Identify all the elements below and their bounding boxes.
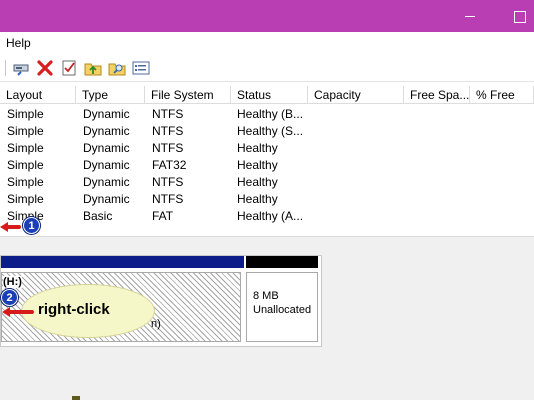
cell-status: Healthy (A... bbox=[237, 209, 304, 223]
cell-type: Basic bbox=[83, 209, 113, 223]
toolbar-separator bbox=[5, 60, 6, 76]
table-row[interactable]: Simple Dynamic NTFS Healthy bbox=[0, 140, 534, 157]
unallocated-label: Unallocated bbox=[253, 304, 312, 316]
menu-help[interactable]: Help bbox=[6, 36, 31, 50]
cell-layout: Simple bbox=[7, 175, 44, 189]
minimize-icon[interactable] bbox=[462, 8, 478, 24]
cell-status: Healthy bbox=[237, 158, 278, 172]
legend-swatch bbox=[72, 396, 80, 400]
cell-type: Dynamic bbox=[83, 124, 130, 138]
table-row[interactable]: Simple Dynamic NTFS Healthy bbox=[0, 174, 534, 191]
table-row[interactable]: Simple Basic FAT Healthy (A... bbox=[0, 208, 534, 225]
checklist-icon[interactable] bbox=[60, 59, 78, 77]
delete-icon[interactable] bbox=[36, 59, 54, 77]
cell-status: Healthy bbox=[237, 175, 278, 189]
cell-file-system: NTFS bbox=[152, 141, 184, 155]
cell-layout: Simple bbox=[7, 192, 44, 206]
cell-file-system: FAT bbox=[152, 209, 174, 223]
cell-type: Dynamic bbox=[83, 192, 130, 206]
step-1-arrowhead bbox=[0, 222, 8, 232]
step-2-arrow bbox=[8, 310, 34, 314]
volume-table: Layout Type File System Status Capacity … bbox=[0, 86, 534, 240]
folder-search-icon[interactable] bbox=[108, 59, 126, 77]
settings-list-icon[interactable] bbox=[132, 59, 150, 77]
table-row[interactable]: Simple Dynamic NTFS Healthy bbox=[0, 191, 534, 208]
cell-file-system: NTFS bbox=[152, 107, 184, 121]
table-row[interactable]: Simple Dynamic FAT32 Healthy bbox=[0, 157, 534, 174]
step-1-badge: 1 bbox=[23, 217, 40, 234]
unallocated-size: 8 MB bbox=[253, 290, 279, 302]
maximize-icon[interactable] bbox=[512, 8, 528, 24]
partition-unallocated[interactable]: 8 MB Unallocated bbox=[246, 256, 320, 346]
column-header-percent-free[interactable]: % Free bbox=[470, 86, 534, 104]
cell-status: Healthy bbox=[237, 141, 278, 155]
cell-layout: Simple bbox=[7, 141, 44, 155]
folder-up-icon[interactable] bbox=[84, 59, 102, 77]
cell-type: Dynamic bbox=[83, 175, 130, 189]
cell-type: Dynamic bbox=[83, 158, 130, 172]
column-header-file-system[interactable]: File System bbox=[145, 86, 231, 104]
cell-file-system: NTFS bbox=[152, 175, 184, 189]
cell-file-system: NTFS bbox=[152, 124, 184, 138]
cell-type: Dynamic bbox=[83, 107, 130, 121]
cell-type: Dynamic bbox=[83, 141, 130, 155]
title-bar bbox=[0, 0, 534, 32]
callout-text: right-click bbox=[38, 301, 110, 318]
column-header-type[interactable]: Type bbox=[76, 86, 145, 104]
drive-properties-icon[interactable] bbox=[12, 59, 30, 77]
cell-status: Healthy (S... bbox=[237, 124, 304, 138]
column-header-capacity[interactable]: Capacity bbox=[308, 86, 404, 104]
unallocated-bar bbox=[246, 256, 318, 268]
step-2-arrowhead bbox=[2, 307, 10, 317]
column-header-layout[interactable]: Layout bbox=[0, 86, 76, 104]
cell-status: Healthy bbox=[237, 192, 278, 206]
toolbar bbox=[0, 54, 534, 82]
table-row[interactable]: Simple Dynamic NTFS Healthy (B... bbox=[0, 106, 534, 123]
table-row[interactable]: Simple Dynamic NTFS Healthy (S... bbox=[0, 123, 534, 140]
partition-h-bar bbox=[1, 256, 244, 268]
cell-status: Healthy (B... bbox=[237, 107, 304, 121]
menu-bar: Help bbox=[0, 32, 534, 54]
cell-layout: Simple bbox=[7, 158, 44, 172]
column-header-status[interactable]: Status bbox=[231, 86, 308, 104]
step-2-badge: 2 bbox=[1, 289, 18, 306]
partition-h-status: n) bbox=[151, 318, 161, 330]
cell-file-system: NTFS bbox=[152, 192, 184, 206]
partition-h-label: (H:) bbox=[3, 276, 22, 288]
cell-layout: Simple bbox=[7, 124, 44, 138]
cell-file-system: FAT32 bbox=[152, 158, 187, 172]
column-header-free-space[interactable]: Free Spa... bbox=[404, 86, 470, 104]
cell-layout: Simple bbox=[7, 107, 44, 121]
